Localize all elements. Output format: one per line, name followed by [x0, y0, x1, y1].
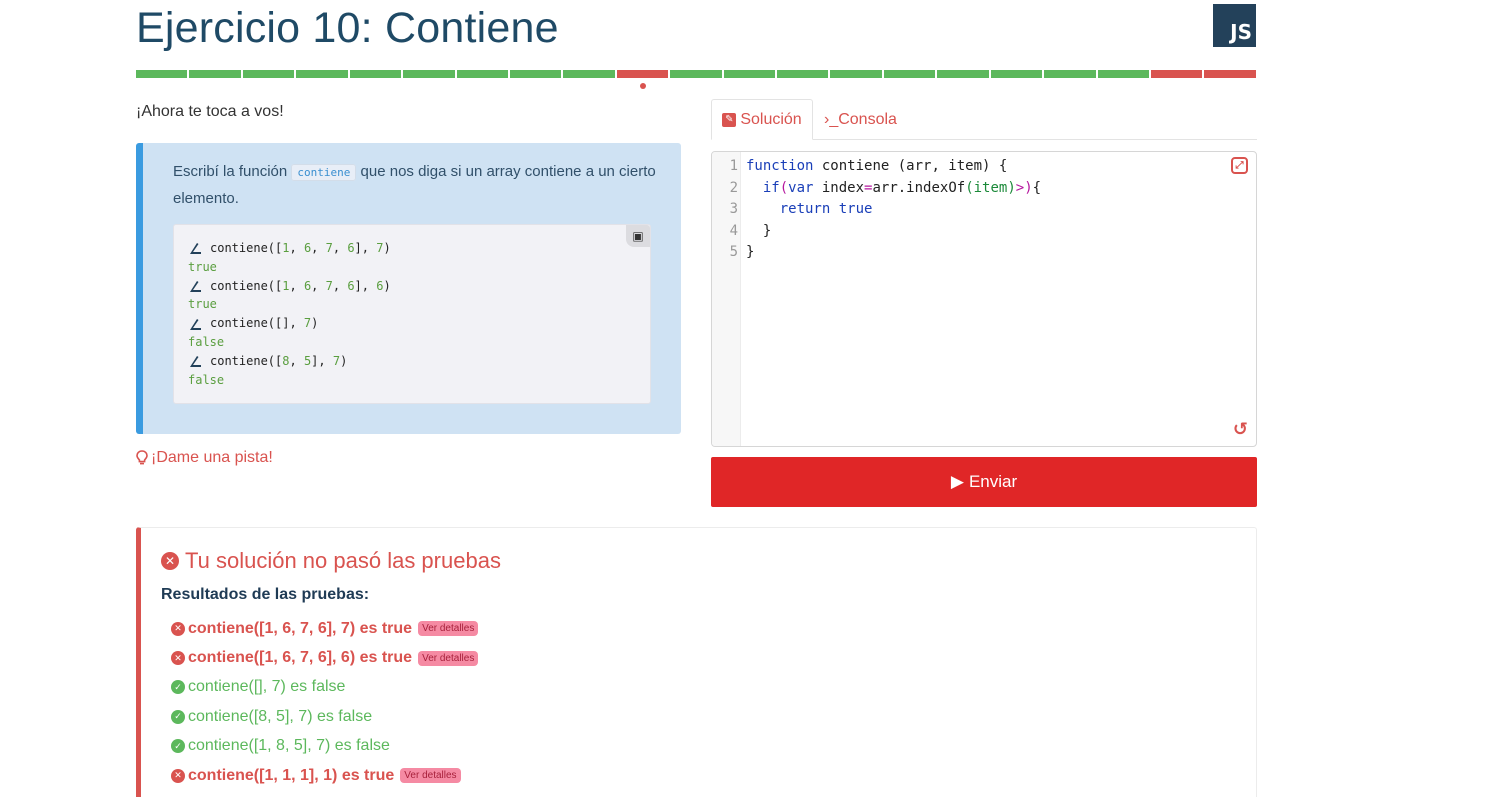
- line-number: 3: [729, 201, 738, 218]
- tab-console[interactable]: ›_Consola: [824, 99, 897, 140]
- progress-segment-9[interactable]: [563, 70, 615, 78]
- current-exercise-indicator: [639, 83, 646, 89]
- example-prompt: contiene([], 7): [188, 314, 391, 333]
- progress-segment-7[interactable]: [456, 70, 508, 78]
- check-circle-icon: ✓: [171, 709, 185, 724]
- code-content[interactable]: function contiene (arr, item) { if(var i…: [746, 156, 1041, 264]
- prompt-icon: [190, 280, 201, 292]
- progress-segment-5[interactable]: [349, 70, 402, 78]
- exercise-description: Escribí la función contiene que nos diga…: [136, 143, 681, 434]
- test-result-text: contiene([], 7) es false: [188, 678, 346, 696]
- test-result-item: ✓ contiene([], 7) es false: [171, 673, 478, 702]
- editor-gutter: 1 2 3 4 5: [712, 152, 741, 446]
- example-prompt: contiene([8, 5], 7): [188, 352, 391, 371]
- test-result-item: ✓ contiene([8, 5], 7) es false: [171, 702, 478, 731]
- function-name-code: contiene: [291, 164, 357, 181]
- test-result-text: contiene([1, 8, 5], 7) es false: [188, 737, 390, 755]
- progress-segment-14[interactable]: [830, 70, 882, 78]
- tab-solution[interactable]: ✎ Solución: [711, 99, 813, 140]
- results-title: ✕ Tu solución no pasó las pruebas: [161, 548, 501, 574]
- check-circle-icon: ✓: [171, 680, 185, 695]
- examples-box: ▣ contiene([1, 6, 7, 6], 7) true contiene(…: [173, 224, 651, 404]
- details-button[interactable]: Ver detalles: [418, 650, 479, 666]
- error-circle-icon: ✕: [171, 651, 185, 666]
- progress-segment-21[interactable]: [1204, 70, 1256, 78]
- progress-segment-18[interactable]: [1044, 70, 1096, 78]
- progress-segment-4[interactable]: [296, 70, 348, 78]
- progress-segment-16[interactable]: [937, 70, 989, 78]
- example-prompt: contiene([1, 6, 7, 6], 6): [188, 277, 391, 296]
- copy-icon: ▣: [632, 229, 644, 243]
- error-circle-icon: ✕: [161, 552, 179, 570]
- test-result-item: ✕ contiene([1, 6, 7, 6], 7) es true Ver de…: [171, 614, 479, 643]
- test-result-text: contiene([1, 1, 1], 1) es true: [188, 766, 395, 784]
- page-title: Ejercicio 10: Contiene: [136, 4, 559, 52]
- progress-segment-20[interactable]: [1151, 70, 1203, 78]
- code-editor[interactable]: 1 2 3 4 5 function contiene (arr, item) { if…: [711, 151, 1257, 447]
- intro-text: ¡Ahora te toca a vos!: [136, 103, 284, 120]
- expand-icon[interactable]: ⤢: [1231, 157, 1248, 174]
- examples-list: contiene([1, 6, 7, 6], 7) true contiene([1…: [188, 239, 391, 389]
- progress-segment-15[interactable]: [883, 70, 936, 78]
- check-circle-icon: ✓: [171, 739, 185, 754]
- progress-segment-10[interactable]: [616, 70, 669, 89]
- editor-tabs: ✎ Solución ›_Consola: [711, 99, 1257, 140]
- test-result-text: contiene([1, 6, 7, 6], 6) es true: [188, 649, 413, 667]
- progress-segment-2[interactable]: [189, 70, 241, 78]
- example-prompt: contiene([1, 6, 7, 6], 7): [188, 239, 391, 258]
- example-result: true: [188, 259, 217, 274]
- line-number: 1: [729, 158, 738, 174]
- example-result: false: [188, 334, 225, 349]
- progress-segment-17[interactable]: [990, 70, 1043, 78]
- line-number: 4: [729, 222, 738, 239]
- error-circle-icon: ✕: [171, 621, 185, 636]
- progress-segment-19[interactable]: [1097, 70, 1150, 78]
- prompt-icon: [190, 318, 201, 330]
- results-subtitle: Resultados de las pruebas:: [161, 586, 370, 603]
- pencil-icon: ✎: [722, 112, 737, 127]
- exercise-progress-bar: [136, 70, 1256, 89]
- description-text: Escribí la función contiene que nos diga…: [173, 163, 656, 207]
- submit-button[interactable]: ▶ Enviar: [711, 457, 1257, 507]
- test-result-item: ✕ contiene([1, 1, 1], 1) es true Ver detal…: [171, 761, 478, 790]
- line-numbers: 1 2 3 4 5: [712, 156, 738, 264]
- lightbulb-icon: [136, 450, 148, 465]
- example-result: false: [188, 372, 225, 387]
- example-result: true: [188, 297, 217, 312]
- details-button[interactable]: Ver detalles: [418, 621, 479, 637]
- progress-segment-1[interactable]: [136, 70, 188, 78]
- copy-button[interactable]: ▣: [626, 225, 650, 247]
- prompt-icon: [190, 356, 201, 368]
- test-result-item: ✓ contiene([1, 8, 5], 7) es false: [171, 732, 478, 761]
- progress-segment-6[interactable]: [403, 70, 455, 78]
- error-circle-icon: ✕: [171, 768, 185, 783]
- details-button[interactable]: Ver detalles: [400, 768, 461, 784]
- results-panel: ✕ Tu solución no pasó las pruebas Result…: [136, 527, 1257, 797]
- line-number: 5: [729, 244, 738, 261]
- test-result-text: contiene([8, 5], 7) es false: [188, 707, 373, 725]
- reset-icon[interactable]: ↺: [1233, 419, 1248, 440]
- hint-link[interactable]: ¡Dame una pista!: [136, 449, 273, 467]
- js-logo: JS: [1213, 4, 1256, 47]
- progress-segment-3[interactable]: [242, 70, 295, 78]
- test-result-item: ✕ contiene([1, 6, 7, 6], 6) es true Ver de…: [171, 643, 479, 672]
- play-icon: ▶: [950, 472, 964, 491]
- progress-segment-12[interactable]: [723, 70, 776, 78]
- progress-segment-8[interactable]: [509, 70, 562, 78]
- test-result-text: contiene([1, 6, 7, 6], 7) es true: [188, 619, 413, 637]
- progress-segment-13[interactable]: [777, 70, 829, 78]
- prompt-icon: [190, 243, 201, 255]
- progress-segment-11[interactable]: [670, 70, 722, 78]
- line-number: 2: [729, 179, 738, 196]
- test-results-list: ✕ contiene([1, 6, 7, 6], 7) es true Ver de…: [171, 614, 479, 790]
